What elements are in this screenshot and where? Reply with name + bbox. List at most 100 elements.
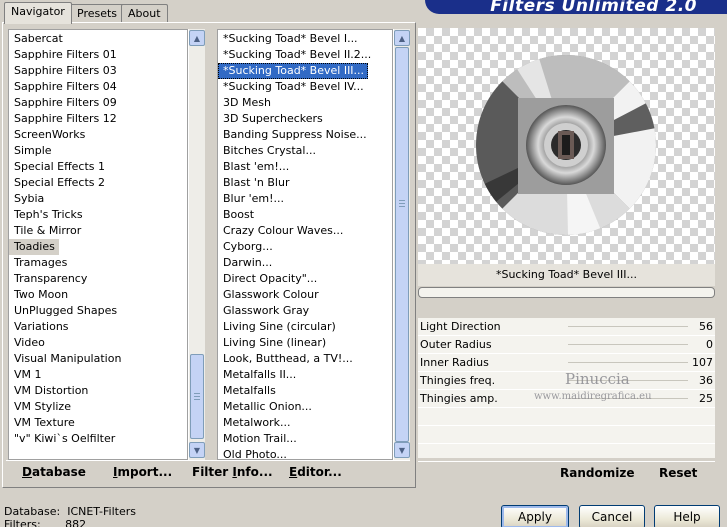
filter-item[interactable]: Darwin... xyxy=(218,255,392,271)
filter-item[interactable]: Glasswork Colour xyxy=(218,287,392,303)
param-value[interactable]: 56 xyxy=(699,318,713,335)
reset-link[interactable]: Reset xyxy=(659,466,697,480)
database-name: ICNET-Filters xyxy=(67,505,136,518)
category-item[interactable]: Sapphire Filters 12 xyxy=(9,111,187,127)
param-value[interactable]: 107 xyxy=(692,354,713,371)
category-scrollbar[interactable]: ▲ ▼ xyxy=(188,29,205,460)
status-database: Database: ICNET-Filters xyxy=(4,505,136,518)
randomize-link[interactable]: Randomize xyxy=(560,466,634,480)
category-item[interactable]: Tramages xyxy=(9,255,187,271)
filter-item[interactable]: Bitches Crystal... xyxy=(218,143,392,159)
category-item[interactable]: Two Moon xyxy=(9,287,187,303)
param-row-empty xyxy=(418,408,715,426)
tab-navigator[interactable]: Navigator xyxy=(4,2,72,24)
watermark-site: www.maidiregrafica.eu xyxy=(534,391,652,402)
scroll-up-icon[interactable]: ▲ xyxy=(394,30,410,46)
filter-item[interactable]: Motion Trail... xyxy=(218,431,392,447)
category-item[interactable]: ScreenWorks xyxy=(9,127,187,143)
filter-list[interactable]: *Sucking Toad* Bevel I... *Sucking Toad* … xyxy=(217,29,393,460)
category-item[interactable]: Simple xyxy=(9,143,187,159)
tab-presets[interactable]: Presets xyxy=(70,4,125,23)
filter-item[interactable]: Living Sine (linear) xyxy=(218,335,392,351)
filter-item[interactable]: *Sucking Toad* Bevel II.2... xyxy=(218,47,392,63)
param-row-empty xyxy=(418,426,715,444)
filter-scroll-thumb[interactable] xyxy=(395,47,409,442)
progress-bar xyxy=(418,287,715,298)
category-item[interactable]: Sapphire Filters 09 xyxy=(9,95,187,111)
param-label: Inner Radius xyxy=(420,356,489,369)
category-item[interactable]: "v" Kiwi`s Oelfilter xyxy=(9,431,187,447)
category-item[interactable]: Special Effects 2 xyxy=(9,175,187,191)
param-value[interactable]: 0 xyxy=(706,336,713,353)
category-scroll-thumb[interactable] xyxy=(190,354,204,439)
filter-item[interactable]: Metalwork... xyxy=(218,415,392,431)
category-item[interactable]: Special Effects 1 xyxy=(9,159,187,175)
filter-item[interactable]: Banding Suppress Noise... xyxy=(218,127,392,143)
category-item[interactable]: Sapphire Filters 01 xyxy=(9,47,187,63)
param-row[interactable]: Light Direction 56 xyxy=(418,318,715,336)
param-slider-track[interactable] xyxy=(568,326,688,327)
category-item[interactable]: Sapphire Filters 04 xyxy=(9,79,187,95)
filter-item[interactable]: *Sucking Toad* Bevel IV... xyxy=(218,79,392,95)
filter-item[interactable]: Metallic Onion... xyxy=(218,399,392,415)
help-button[interactable]: Help xyxy=(654,505,720,527)
import-link[interactable]: Import... xyxy=(113,465,172,479)
param-value[interactable]: 25 xyxy=(699,390,713,407)
filter-item[interactable]: Boost xyxy=(218,207,392,223)
filter-item[interactable]: Crazy Colour Waves... xyxy=(218,223,392,239)
apply-button[interactable]: Apply xyxy=(501,505,569,527)
category-item[interactable]: Teph's Tricks xyxy=(9,207,187,223)
category-item[interactable]: Video xyxy=(9,335,187,351)
filter-item[interactable]: 3D Mesh xyxy=(218,95,392,111)
param-label: Thingies amp. xyxy=(420,392,498,405)
category-item[interactable]: VM Stylize xyxy=(9,399,187,415)
scroll-up-icon[interactable]: ▲ xyxy=(189,30,205,46)
category-item[interactable]: Visual Manipulation xyxy=(9,351,187,367)
param-row-empty xyxy=(418,444,715,462)
param-row[interactable]: Outer Radius 0 xyxy=(418,336,715,354)
filter-item[interactable]: Cyborg... xyxy=(218,239,392,255)
param-slider-track[interactable] xyxy=(568,362,688,363)
filter-item[interactable]: Living Sine (circular) xyxy=(218,319,392,335)
param-label: Outer Radius xyxy=(420,338,492,351)
category-item[interactable]: Sabercat xyxy=(9,31,187,47)
filter-info-link[interactable]: Filter Info... xyxy=(192,465,273,479)
category-item[interactable]: Tile & Mirror xyxy=(9,223,187,239)
filter-item[interactable]: Metalfalls xyxy=(218,383,392,399)
cancel-button[interactable]: Cancel xyxy=(579,505,645,527)
scroll-down-icon[interactable]: ▼ xyxy=(189,442,205,458)
scroll-down-icon[interactable]: ▼ xyxy=(394,442,410,458)
category-item[interactable]: Transparency xyxy=(9,271,187,287)
filter-item[interactable]: Direct Opacity"... xyxy=(218,271,392,287)
category-item[interactable]: Toadies xyxy=(9,239,59,255)
selected-filter-title: *Sucking Toad* Bevel III... xyxy=(418,264,715,286)
filter-item[interactable]: Blur 'em!... xyxy=(218,191,392,207)
filter-item[interactable]: *Sucking Toad* Bevel I... xyxy=(218,31,392,47)
preview-canvas[interactable] xyxy=(418,28,715,264)
category-item[interactable]: VM 1 xyxy=(9,367,187,383)
navigator-toolbar: Database Import... Filter Info... Editor… xyxy=(6,460,410,486)
filter-item[interactable]: Look, Butthead, a TV!... xyxy=(218,351,392,367)
category-item[interactable]: Sybia xyxy=(9,191,187,207)
database-link[interactable]: Database xyxy=(22,465,86,479)
param-slider-track[interactable] xyxy=(568,344,688,345)
tab-about[interactable]: About xyxy=(121,4,168,23)
filter-item[interactable]: Metalfalls II... xyxy=(218,367,392,383)
param-value[interactable]: 36 xyxy=(699,372,713,389)
category-item[interactable]: VM Texture xyxy=(9,415,187,431)
filter-item[interactable]: *Sucking Toad* Bevel III... xyxy=(218,63,369,79)
preset-toolbar: Randomize Reset xyxy=(418,462,715,488)
category-list[interactable]: Sabercat Sapphire Filters 01 Sapphire Filt… xyxy=(8,29,188,460)
filter-item[interactable]: Old Photo... xyxy=(218,447,392,459)
filter-scrollbar[interactable]: ▲ ▼ xyxy=(393,29,410,460)
filter-item[interactable]: Blast 'em!... xyxy=(218,159,392,175)
filter-item[interactable]: Blast 'n Blur xyxy=(218,175,392,191)
category-item[interactable]: Variations xyxy=(9,319,187,335)
filter-item[interactable]: Glasswork Gray xyxy=(218,303,392,319)
filter-item[interactable]: 3D Supercheckers xyxy=(218,111,392,127)
category-item[interactable]: UnPlugged Shapes xyxy=(9,303,187,319)
category-item[interactable]: VM Distortion xyxy=(9,383,187,399)
editor-link[interactable]: Editor... xyxy=(289,465,342,479)
filter-count: 882 xyxy=(65,518,87,527)
category-item[interactable]: Sapphire Filters 03 xyxy=(9,63,187,79)
